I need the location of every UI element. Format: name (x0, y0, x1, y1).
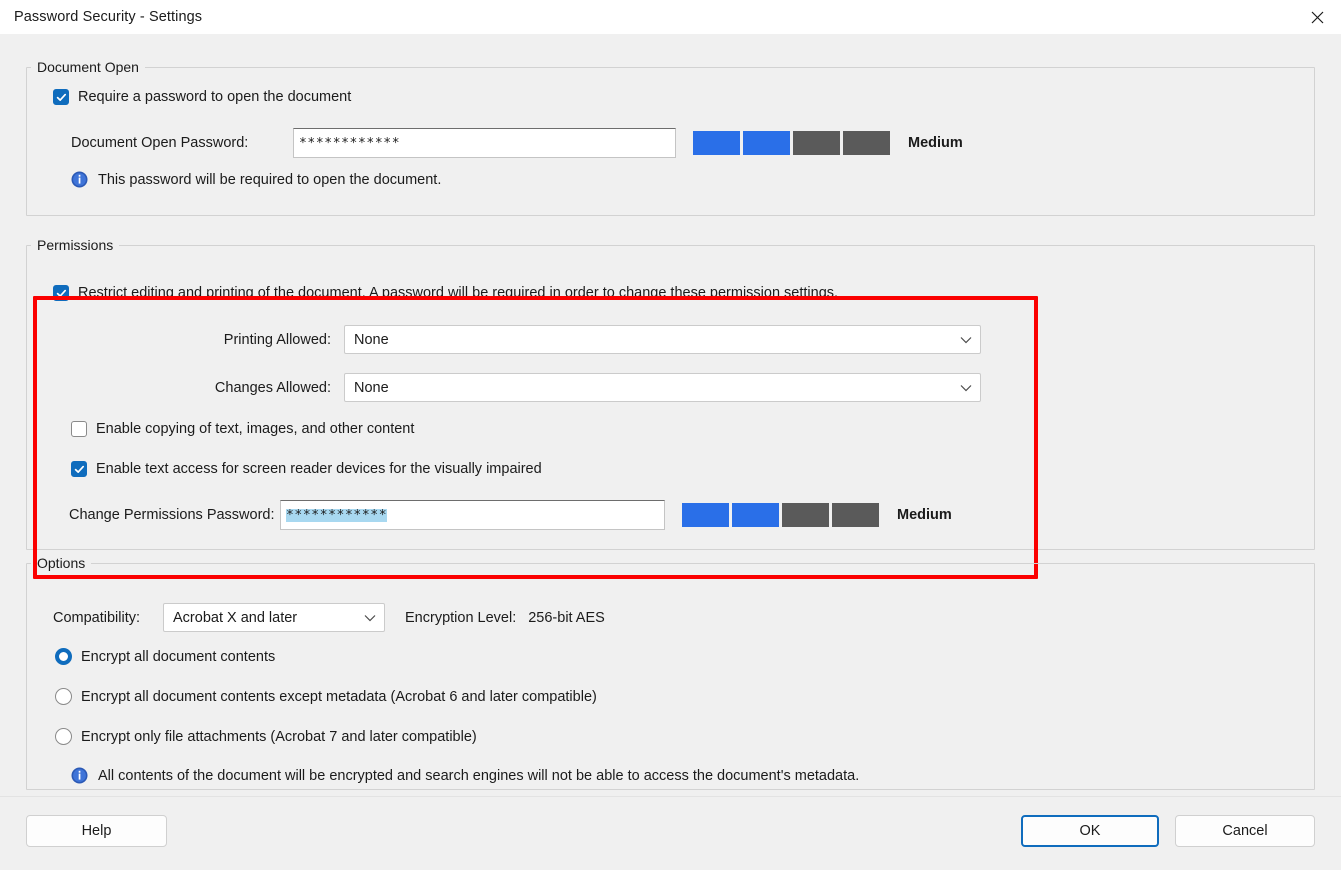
strength-segment-3 (782, 503, 829, 527)
printing-allowed-value: None (354, 332, 389, 348)
title-bar: Password Security - Settings (0, 0, 1341, 34)
strength-segment-2 (743, 131, 790, 155)
changes-allowed-label: Changes Allowed: (71, 380, 331, 396)
compatibility-value: Acrobat X and later (173, 610, 297, 626)
document-open-info-text: This password will be required to open t… (98, 172, 441, 188)
strength-segment-4 (843, 131, 890, 155)
changes-allowed-row: Changes Allowed: None (71, 373, 981, 402)
options-info-text: All contents of the document will be enc… (98, 768, 859, 784)
document-open-group: Document Open Require a password to open… (26, 59, 1315, 216)
enable-screen-reader-label: Enable text access for screen reader dev… (96, 461, 542, 477)
chevron-down-icon (960, 336, 972, 344)
document-open-strength-label: Medium (908, 135, 963, 151)
restrict-editing-row[interactable]: Restrict editing and printing of the doc… (53, 285, 838, 301)
document-open-password-label: Document Open Password: (71, 135, 293, 151)
dialog-footer: Help OK Cancel (0, 796, 1341, 870)
permissions-strength-meter (682, 503, 879, 527)
require-password-checkbox[interactable] (53, 89, 69, 105)
change-permissions-password-row: Change Permissions Password: ***********… (69, 500, 952, 530)
require-password-label: Require a password to open the document (78, 89, 351, 105)
document-open-strength-meter (693, 131, 890, 155)
chevron-down-icon (364, 614, 376, 622)
require-password-row[interactable]: Require a password to open the document (53, 89, 351, 105)
enable-screen-reader-checkbox[interactable] (71, 461, 87, 477)
encryption-level-label: Encryption Level: (405, 610, 516, 626)
radio-encrypt-attachments-only-row[interactable]: Encrypt only file attachments (Acrobat 7… (55, 728, 477, 745)
enable-copying-label: Enable copying of text, images, and othe… (96, 421, 414, 437)
strength-segment-1 (693, 131, 740, 155)
permissions-legend: Permissions (31, 237, 119, 253)
restrict-editing-checkbox[interactable] (53, 285, 69, 301)
options-group: Options Compatibility: Acrobat X and lat… (26, 555, 1315, 790)
chevron-down-icon (960, 384, 972, 392)
enable-copying-checkbox[interactable] (71, 421, 87, 437)
compatibility-label: Compatibility: (53, 610, 163, 626)
encryption-level-value: 256-bit AES (528, 610, 605, 626)
password-security-settings-dialog: Password Security - Settings Document Op… (0, 0, 1341, 870)
changes-allowed-select[interactable]: None (344, 373, 981, 402)
document-open-password-value: ************ (299, 137, 400, 150)
document-open-password-input[interactable]: ************ (293, 128, 676, 158)
change-permissions-password-input[interactable]: ************ (280, 500, 665, 530)
strength-segment-3 (793, 131, 840, 155)
strength-segment-4 (832, 503, 879, 527)
radio-encrypt-attachments-only-label: Encrypt only file attachments (Acrobat 7… (81, 729, 477, 745)
document-open-legend: Document Open (31, 59, 145, 75)
compatibility-select[interactable]: Acrobat X and later (163, 603, 385, 632)
change-permissions-password-label: Change Permissions Password: (69, 507, 279, 523)
strength-segment-2 (732, 503, 779, 527)
radio-encrypt-attachments-only[interactable] (55, 728, 72, 745)
radio-encrypt-all-row[interactable]: Encrypt all document contents (55, 648, 275, 665)
permissions-group: Permissions Restrict editing and printin… (26, 237, 1315, 550)
radio-encrypt-except-metadata-label: Encrypt all document contents except met… (81, 689, 597, 705)
restrict-editing-label: Restrict editing and printing of the doc… (78, 285, 838, 301)
info-icon (71, 171, 88, 188)
enable-screen-reader-row[interactable]: Enable text access for screen reader dev… (71, 461, 542, 477)
printing-allowed-label: Printing Allowed: (71, 332, 331, 348)
cancel-button[interactable]: Cancel (1175, 815, 1315, 847)
enable-copying-row[interactable]: Enable copying of text, images, and othe… (71, 421, 414, 437)
printing-allowed-row: Printing Allowed: None (71, 325, 981, 354)
radio-encrypt-except-metadata-row[interactable]: Encrypt all document contents except met… (55, 688, 597, 705)
ok-button[interactable]: OK (1021, 815, 1159, 847)
options-info-row: All contents of the document will be enc… (71, 767, 859, 784)
strength-segment-1 (682, 503, 729, 527)
close-icon[interactable] (1294, 0, 1341, 34)
permissions-strength-label: Medium (897, 507, 952, 523)
radio-encrypt-all[interactable] (55, 648, 72, 665)
radio-encrypt-except-metadata[interactable] (55, 688, 72, 705)
window-title: Password Security - Settings (0, 9, 202, 25)
info-icon (71, 767, 88, 784)
help-button[interactable]: Help (26, 815, 167, 847)
dialog-body: Document Open Require a password to open… (0, 34, 1341, 796)
change-permissions-password-value: ************ (286, 509, 387, 522)
radio-encrypt-all-label: Encrypt all document contents (81, 649, 275, 665)
document-open-password-row: Document Open Password: ************ Med… (71, 128, 963, 158)
document-open-info-row: This password will be required to open t… (71, 171, 441, 188)
changes-allowed-value: None (354, 380, 389, 396)
compatibility-row: Compatibility: Acrobat X and later Encry… (53, 603, 605, 632)
printing-allowed-select[interactable]: None (344, 325, 981, 354)
options-legend: Options (31, 555, 91, 571)
